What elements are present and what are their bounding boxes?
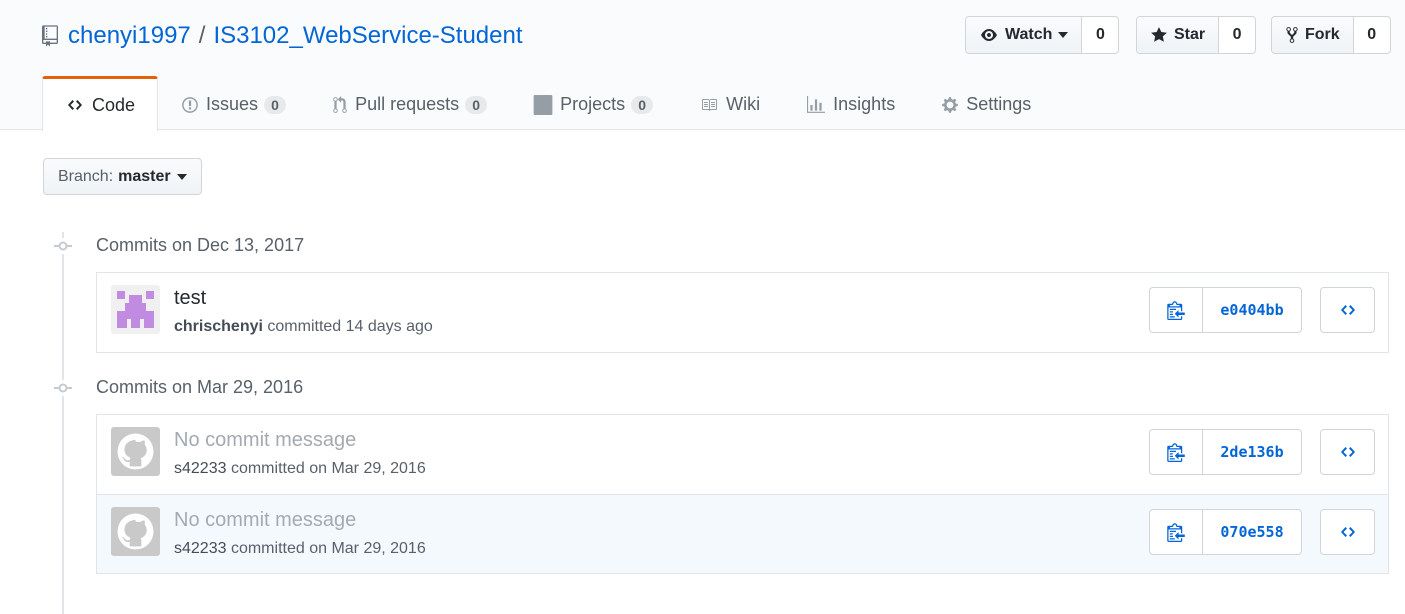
projects-counter: 0 bbox=[631, 95, 654, 114]
caret-down-icon bbox=[176, 173, 187, 180]
commit-row: test chrischenyi committed 14 days ago e… bbox=[97, 273, 1388, 352]
pull-requests-counter: 0 bbox=[465, 95, 488, 114]
commit-message-link[interactable]: No commit message bbox=[174, 509, 356, 532]
repo-forked-icon bbox=[1286, 27, 1298, 43]
code-icon bbox=[1340, 447, 1355, 457]
tab-label: Wiki bbox=[726, 94, 761, 114]
commit-message-link[interactable]: test bbox=[174, 287, 206, 310]
watch-count[interactable]: 0 bbox=[1082, 17, 1118, 53]
commit-sha-link[interactable]: 2de136b bbox=[1203, 430, 1301, 474]
commit-sha-link[interactable]: 070e558 bbox=[1203, 510, 1301, 554]
commit-author: s42233 bbox=[174, 460, 227, 477]
gear-icon bbox=[942, 96, 959, 113]
tab-insights[interactable]: Insights bbox=[783, 76, 918, 130]
tab-wiki[interactable]: Wiki bbox=[676, 76, 783, 130]
caret-down-icon bbox=[1058, 32, 1069, 38]
star-count[interactable]: 0 bbox=[1219, 17, 1255, 53]
commit-time: committed 14 days ago bbox=[267, 318, 433, 335]
issues-counter: 0 bbox=[264, 95, 287, 114]
commit-message-link[interactable]: No commit message bbox=[174, 429, 356, 452]
code-icon bbox=[68, 100, 82, 110]
branch-value: master bbox=[118, 167, 171, 185]
default-octocat-avatar[interactable] bbox=[111, 427, 160, 476]
git-commit-icon bbox=[54, 380, 72, 396]
tab-projects[interactable]: Projects 0 bbox=[510, 76, 676, 130]
fork-label: Fork bbox=[1305, 26, 1340, 43]
watch-action: Watch 0 bbox=[965, 16, 1120, 54]
star-action: Star 0 bbox=[1136, 16, 1257, 54]
fork-action: Fork 0 bbox=[1271, 16, 1391, 54]
default-octocat-avatar[interactable] bbox=[111, 507, 160, 556]
branch-select-button[interactable]: Branch: master bbox=[43, 158, 202, 195]
commit-meta: s42233 committed on Mar 29, 2016 bbox=[174, 540, 426, 558]
commit-group-title: Commits on Mar 29, 2016 bbox=[96, 377, 304, 397]
tab-code[interactable]: Code bbox=[42, 76, 159, 131]
branch-label: Branch: bbox=[58, 167, 114, 185]
tab-issues[interactable]: Issues 0 bbox=[158, 76, 309, 130]
commit-row: No commit message s42233 committed on Ma… bbox=[97, 494, 1388, 573]
code-icon bbox=[1340, 305, 1355, 315]
commit-author: s42233 bbox=[174, 540, 227, 557]
browse-files-button[interactable] bbox=[1320, 287, 1375, 333]
commit-sha-link[interactable]: e0404bb bbox=[1203, 288, 1301, 332]
git-pull-request-icon bbox=[333, 95, 347, 113]
repo-nav-tabs: Code Issues 0 Pull requests 0 Projects 0… bbox=[42, 76, 1054, 131]
commit-meta: s42233 committed on Mar 29, 2016 bbox=[174, 460, 426, 478]
path-separator: / bbox=[198, 22, 206, 49]
commit-group-header: Commits on Mar 29, 2016 bbox=[0, 374, 1405, 402]
commit-sha-group: e0404bb bbox=[1149, 287, 1302, 333]
star-button[interactable]: Star bbox=[1137, 17, 1220, 53]
star-label: Star bbox=[1174, 26, 1206, 43]
tab-label: Projects bbox=[560, 94, 626, 114]
book-icon bbox=[702, 98, 718, 111]
repo-icon bbox=[42, 25, 58, 47]
copy-sha-button[interactable] bbox=[1150, 430, 1203, 474]
commit-row: No commit message s42233 committed on Ma… bbox=[97, 415, 1388, 494]
git-commit-icon bbox=[54, 238, 72, 254]
fork-button[interactable]: Fork bbox=[1272, 17, 1354, 53]
tab-label: Code bbox=[92, 94, 136, 115]
watch-button[interactable]: Watch bbox=[966, 17, 1083, 53]
browse-files-button[interactable] bbox=[1320, 509, 1375, 555]
identicon-avatar[interactable] bbox=[111, 285, 160, 334]
tab-label: Issues bbox=[206, 94, 259, 114]
repo-title: chenyi1997 / IS3102_WebService-Student bbox=[42, 20, 523, 52]
fork-count[interactable]: 0 bbox=[1354, 17, 1390, 53]
tab-label: Pull requests bbox=[355, 94, 460, 114]
tab-label: Settings bbox=[966, 94, 1032, 114]
clippy-icon bbox=[1167, 443, 1185, 462]
commit-meta: chrischenyi committed 14 days ago bbox=[174, 318, 433, 336]
commit-author-link[interactable]: chrischenyi bbox=[174, 318, 263, 335]
code-icon bbox=[1340, 527, 1355, 537]
timeline-line bbox=[62, 232, 64, 614]
repo-name-link[interactable]: IS3102_WebService-Student bbox=[213, 22, 522, 50]
tab-label: Insights bbox=[833, 94, 896, 114]
watch-label: Watch bbox=[1005, 26, 1053, 43]
clippy-icon bbox=[1167, 301, 1185, 320]
tab-settings[interactable]: Settings bbox=[918, 76, 1054, 130]
commit-list: No commit message s42233 committed on Ma… bbox=[96, 414, 1389, 574]
commit-group-header: Commits on Dec 13, 2017 bbox=[0, 232, 1405, 260]
graph-icon bbox=[807, 95, 826, 113]
star-icon bbox=[1151, 27, 1167, 42]
browse-files-button[interactable] bbox=[1320, 429, 1375, 475]
commit-list: test chrischenyi committed 14 days ago e… bbox=[96, 272, 1389, 353]
commit-sha-group: 070e558 bbox=[1149, 509, 1302, 555]
commit-sha-group: 2de136b bbox=[1149, 429, 1302, 475]
tab-pull-requests[interactable]: Pull requests 0 bbox=[309, 76, 510, 130]
commit-group-title: Commits on Dec 13, 2017 bbox=[96, 235, 305, 255]
project-icon bbox=[533, 94, 553, 115]
clippy-icon bbox=[1167, 523, 1185, 542]
eye-icon bbox=[981, 29, 997, 41]
issue-opened-icon bbox=[182, 96, 198, 113]
commit-time: committed on Mar 29, 2016 bbox=[230, 460, 426, 477]
copy-sha-button[interactable] bbox=[1150, 288, 1203, 332]
repo-owner-link[interactable]: chenyi1997 bbox=[68, 22, 191, 50]
repo-header: chenyi1997 / IS3102_WebService-Student W… bbox=[0, 0, 1405, 131]
commit-time: committed on Mar 29, 2016 bbox=[230, 540, 426, 557]
copy-sha-button[interactable] bbox=[1150, 510, 1203, 554]
